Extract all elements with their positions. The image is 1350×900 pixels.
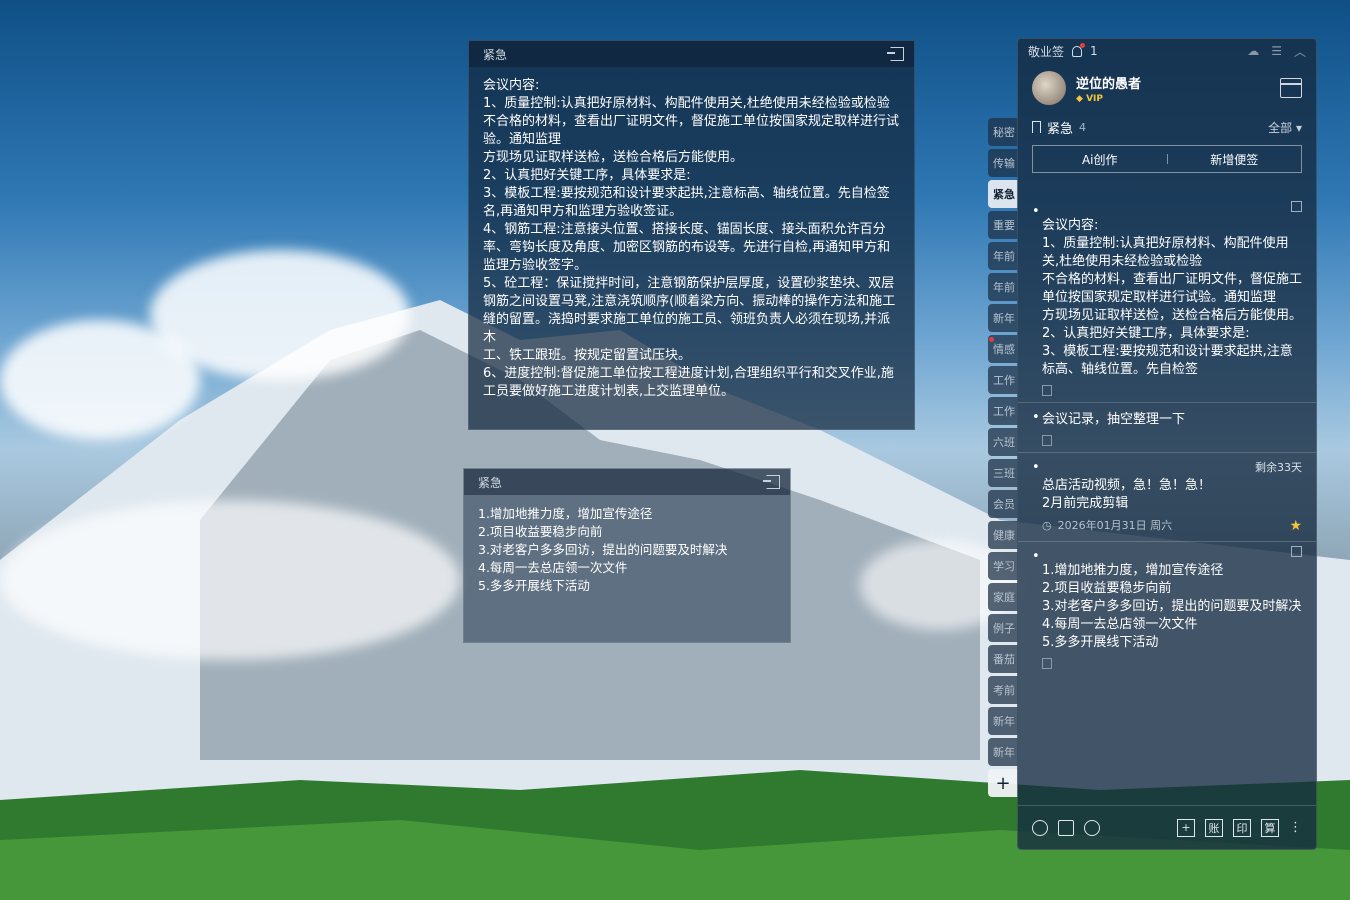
category-count: 4 bbox=[1079, 120, 1087, 134]
side-tab[interactable]: 紧急 bbox=[988, 180, 1018, 208]
filter-dropdown[interactable]: 全部 ▾ bbox=[1268, 119, 1302, 136]
item-text: 总店活动视频，急！急！急！ 2月前完成剪辑 bbox=[1042, 478, 1212, 511]
note-list: 会议内容: 1、质量控制:认真把好原材料、构配件使用关,杜绝使用未经检验或检验 … bbox=[1018, 197, 1316, 805]
note-category-label: 紧急 bbox=[478, 475, 503, 490]
notes-panel: 敬业签 1 ☁ ☰ ︿ 逆位的愚者 ◆ VIP 紧急 4 全部 ▾ Ai创作 新… bbox=[1017, 38, 1317, 850]
cloud-icon[interactable]: ☁ bbox=[1247, 44, 1259, 58]
side-tab[interactable]: 年前 bbox=[988, 273, 1018, 301]
calculator-icon[interactable]: 算 bbox=[1261, 818, 1279, 837]
ledger-icon[interactable]: 账 bbox=[1205, 818, 1223, 837]
side-tab[interactable]: 健康 bbox=[988, 521, 1018, 549]
side-tab[interactable]: 六班 bbox=[988, 428, 1018, 456]
clock-icon: ◷ bbox=[1042, 519, 1052, 532]
note-content[interactable]: 会议内容: 1、质量控制:认真把好原材料、构配件使用关,杜绝使用未经检验或检验不… bbox=[469, 67, 914, 411]
category-name[interactable]: 紧急 bbox=[1047, 118, 1073, 137]
item-text: 会议记录，抽空整理一下 bbox=[1042, 412, 1186, 427]
category-row: 紧急 4 全部 ▾ bbox=[1018, 113, 1316, 141]
vip-label: VIP bbox=[1086, 93, 1103, 104]
side-tab[interactable]: 考前 bbox=[988, 676, 1018, 704]
user-row: 逆位的愚者 ◆ VIP bbox=[1018, 63, 1316, 113]
exit-icon[interactable] bbox=[763, 475, 780, 489]
floating-note-tasks[interactable]: 紧急 1.增加地推力度，增加宣传途径 2.项目收益要稳步向前 3.对老客户多多回… bbox=[463, 468, 791, 643]
user-name[interactable]: 逆位的愚者 bbox=[1076, 73, 1141, 92]
cloud bbox=[0, 500, 460, 660]
list-item[interactable]: 会议记录，抽空整理一下 bbox=[1018, 403, 1316, 453]
side-tab[interactable]: 秘密 bbox=[988, 118, 1018, 146]
print-icon[interactable]: 印 bbox=[1233, 818, 1251, 837]
note-category-label: 紧急 bbox=[483, 47, 508, 62]
attachment-icon[interactable] bbox=[1042, 658, 1052, 669]
side-tab[interactable]: 新年 bbox=[988, 738, 1018, 766]
bookmark-icon bbox=[1032, 121, 1041, 133]
ai-create-button[interactable]: Ai创作 bbox=[1033, 151, 1167, 168]
side-tab[interactable]: 三班 bbox=[988, 459, 1018, 487]
avatar[interactable] bbox=[1032, 71, 1066, 105]
list-item[interactable]: 会议内容: 1、质量控制:认真把好原材料、构配件使用关,杜绝使用未经检验或检验 … bbox=[1018, 197, 1316, 403]
collapse-icon[interactable]: ︿ bbox=[1294, 43, 1306, 60]
side-tab[interactable]: 新年 bbox=[988, 707, 1018, 735]
side-tab[interactable]: 情感 bbox=[988, 335, 1018, 363]
list-item[interactable]: 1.增加地推力度，增加宣传途径 2.项目收益要稳步向前 3.对老客户多多回访，提… bbox=[1018, 542, 1316, 675]
action-bar: Ai创作 新增便签 bbox=[1032, 145, 1302, 173]
side-tab[interactable]: 学习 bbox=[988, 552, 1018, 580]
menu-icon[interactable]: ☰ bbox=[1271, 44, 1282, 58]
side-tab[interactable]: 家庭 bbox=[988, 583, 1018, 611]
reminder-date: 2026年01月31日 周六 bbox=[1057, 519, 1173, 532]
floating-note-meeting[interactable]: 紧急 会议内容: 1、质量控制:认真把好原材料、构配件使用关,杜绝使用未经检验或… bbox=[468, 40, 915, 430]
add-category-button[interactable]: + bbox=[988, 769, 1018, 797]
note-header[interactable]: 紧急 bbox=[464, 469, 790, 495]
exit-icon[interactable] bbox=[1291, 546, 1302, 557]
checklist-icon[interactable] bbox=[1058, 819, 1074, 836]
side-tab[interactable]: 新年 bbox=[988, 304, 1018, 332]
category-side-tabs: 秘密 传输 紧急 重要 年前 年前 新年 情感 工作 工作 六班 三班 会员 健康 学习 家庭 例子 番茄 考前 新年… bbox=[988, 118, 1018, 797]
panel-titlebar: 敬业签 1 ☁ ☰ ︿ bbox=[1018, 39, 1316, 63]
add-icon[interactable]: + bbox=[1177, 818, 1195, 837]
bell-icon[interactable] bbox=[1072, 42, 1086, 57]
side-tab[interactable]: 会员 bbox=[988, 490, 1018, 518]
exit-icon[interactable] bbox=[887, 47, 904, 61]
remaining-days: 剩余33天 bbox=[1255, 461, 1302, 474]
app-name: 敬业签 bbox=[1028, 44, 1065, 59]
side-tab[interactable]: 传输 bbox=[988, 149, 1018, 177]
attachment-icon[interactable] bbox=[1042, 435, 1052, 446]
side-tab[interactable]: 番茄 bbox=[988, 645, 1018, 673]
cloud bbox=[0, 320, 200, 440]
side-tab[interactable]: 工作 bbox=[988, 397, 1018, 425]
vip-badge: ◆ VIP bbox=[1076, 93, 1103, 104]
side-tab[interactable]: 重要 bbox=[988, 211, 1018, 239]
attachment-icon[interactable] bbox=[1042, 385, 1052, 396]
note-content[interactable]: 1.增加地推力度，增加宣传途径 2.项目收益要稳步向前 3.对老客户多多回访，提… bbox=[464, 495, 790, 605]
more-icon[interactable]: ⋮ bbox=[1289, 820, 1302, 835]
side-tab[interactable]: 工作 bbox=[988, 366, 1018, 394]
item-text: 1.增加地推力度，增加宣传途径 2.项目收益要稳步向前 3.对老客户多多回访，提… bbox=[1042, 563, 1302, 650]
exit-icon[interactable] bbox=[1291, 201, 1302, 212]
new-note-button[interactable]: 新增便签 bbox=[1168, 151, 1302, 168]
search-icon[interactable] bbox=[1084, 819, 1100, 836]
notification-count: 1 bbox=[1090, 44, 1098, 58]
side-tab[interactable]: 例子 bbox=[988, 614, 1018, 642]
star-icon[interactable]: ★ bbox=[1289, 517, 1302, 535]
note-header[interactable]: 紧急 bbox=[469, 41, 914, 67]
list-item[interactable]: 剩余33天 总店活动视频，急！急！急！ 2月前完成剪辑 ◷ 2026年01月31… bbox=[1018, 453, 1316, 542]
calendar-icon[interactable] bbox=[1280, 78, 1302, 98]
bottom-toolbar: + 账 印 算 ⋮ bbox=[1018, 805, 1316, 849]
history-icon[interactable] bbox=[1032, 819, 1048, 836]
side-tab[interactable]: 年前 bbox=[988, 242, 1018, 270]
item-text: 会议内容: 1、质量控制:认真把好原材料、构配件使用关,杜绝使用未经检验或检验 … bbox=[1042, 218, 1302, 377]
